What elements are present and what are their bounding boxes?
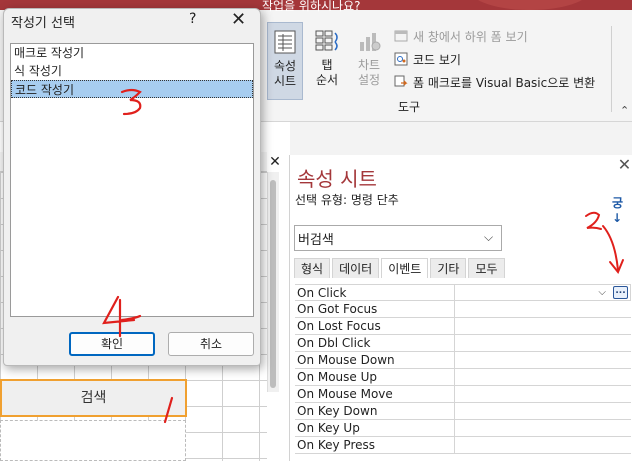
event-row[interactable]: On Key Press	[295, 437, 631, 454]
view-code-icon	[394, 52, 408, 66]
event-value[interactable]	[455, 386, 631, 403]
event-row[interactable]: On Mouse Move	[295, 386, 631, 403]
event-value[interactable]	[455, 318, 631, 335]
event-row[interactable]: On Dbl Click	[295, 335, 631, 352]
property-sheet-title: 속성 시트	[297, 167, 377, 191]
form-close-icon[interactable]: ✕	[265, 152, 285, 172]
tab-all[interactable]: 모두	[468, 258, 505, 278]
form-detail-section	[0, 420, 186, 461]
event-row[interactable]: On Lost Focus	[295, 318, 631, 335]
event-property-table: On Click ⌵ ... On Got Focus On Lost Focu…	[295, 284, 631, 454]
sort-icon[interactable]: 궁↓	[612, 194, 632, 225]
list-item-code-builder[interactable]: 코드 작성기	[11, 80, 253, 98]
help-icon[interactable]: ?	[189, 11, 196, 27]
ribbon-group-tools-label: 도구	[398, 100, 421, 114]
ok-button[interactable]: 확인	[69, 332, 155, 356]
event-row[interactable]: On Mouse Up	[295, 369, 631, 386]
event-row[interactable]: On Key Down	[295, 403, 631, 420]
cancel-button[interactable]: 취소	[168, 332, 254, 356]
event-value[interactable]	[455, 301, 631, 318]
event-value[interactable]	[455, 437, 631, 454]
ribbon-collapse-icon[interactable]: ⌃	[620, 104, 629, 117]
event-name: On Key Up	[295, 420, 455, 437]
convert-macro-button[interactable]: 폼 매크로를 Visual Basic으로 변환	[394, 72, 595, 92]
event-value[interactable]	[455, 335, 631, 352]
event-name: On Click	[295, 284, 455, 301]
view-code-button[interactable]: 코드 보기	[394, 49, 461, 69]
tab-event[interactable]: 이벤트	[381, 258, 429, 278]
subform-new-window-button[interactable]: 새 창에서 하위 폼 보기	[394, 26, 528, 46]
event-name: On Key Press	[295, 437, 455, 454]
event-name: On Lost Focus	[295, 318, 455, 335]
event-name: On Dbl Click	[295, 335, 455, 352]
property-sheet-icon	[274, 30, 296, 54]
convert-macro-label: 폼 매크로를 Visual Basic으로 변환	[413, 75, 596, 90]
chevron-down-icon[interactable]: ⌵	[598, 285, 606, 301]
subform-label: 새 창에서 하위 폼 보기	[413, 29, 528, 44]
event-name: On Mouse Down	[295, 352, 455, 369]
search-command-button[interactable]: 검색	[0, 379, 187, 417]
tab-format[interactable]: 형식	[294, 258, 331, 278]
event-row-on-click[interactable]: On Click ⌵ ...	[295, 284, 631, 301]
event-row[interactable]: On Key Up	[295, 420, 631, 437]
event-name: On Key Down	[295, 403, 455, 420]
property-sheet-label: 속성 시트	[273, 59, 297, 88]
object-selector-value: 버검색	[298, 233, 334, 248]
event-value[interactable]: ⌵ ...	[455, 284, 631, 301]
chart-settings-label: 차트 설정	[357, 58, 381, 87]
form-scrollbar-thumb[interactable]	[270, 180, 276, 388]
list-item-expression-builder[interactable]: 식 작성기	[11, 62, 253, 80]
convert-macro-icon	[394, 75, 408, 87]
event-name: On Mouse Move	[295, 386, 455, 403]
dialog-title: 작성기 선택	[11, 16, 75, 31]
event-row[interactable]: On Got Focus	[295, 301, 631, 318]
selection-type-label: 선택 유형: 명령 단추	[295, 193, 399, 207]
property-sheet-tabs: 형식 데이터 이벤트 기타 모두	[294, 258, 507, 278]
chart-settings-button[interactable]: 차트 설정	[351, 22, 387, 100]
tab-data[interactable]: 데이터	[332, 258, 380, 278]
event-name: On Mouse Up	[295, 369, 455, 386]
tab-order-label: 탭 순서	[315, 58, 339, 87]
event-value[interactable]	[455, 420, 631, 437]
chevron-down-icon[interactable]: ⌵	[484, 230, 493, 245]
builder-list[interactable]: 매크로 작성기 식 작성기 코드 작성기	[10, 43, 254, 317]
ribbon-separator	[611, 26, 612, 112]
event-name: On Got Focus	[295, 301, 455, 318]
event-row[interactable]: On Mouse Down	[295, 352, 631, 369]
tab-other[interactable]: 기타	[430, 258, 467, 278]
chart-settings-icon	[360, 33, 381, 51]
event-value[interactable]	[455, 352, 631, 369]
event-value[interactable]	[455, 369, 631, 386]
event-value[interactable]	[455, 403, 631, 420]
list-item-macro-builder[interactable]: 매크로 작성기	[11, 44, 253, 62]
view-code-label: 코드 보기	[413, 52, 461, 67]
close-icon[interactable]: ✕	[231, 9, 246, 30]
tab-order-icon	[315, 30, 338, 51]
property-sheet-close-icon[interactable]: ✕	[617, 155, 632, 175]
tab-order-button[interactable]: 탭 순서	[309, 22, 345, 100]
property-sheet-button[interactable]: 속성 시트	[267, 22, 303, 100]
build-ellipsis-button[interactable]: ...	[613, 286, 628, 299]
subform-icon	[394, 30, 408, 42]
tell-me-text: 작업을 위하시나요?	[262, 0, 361, 13]
